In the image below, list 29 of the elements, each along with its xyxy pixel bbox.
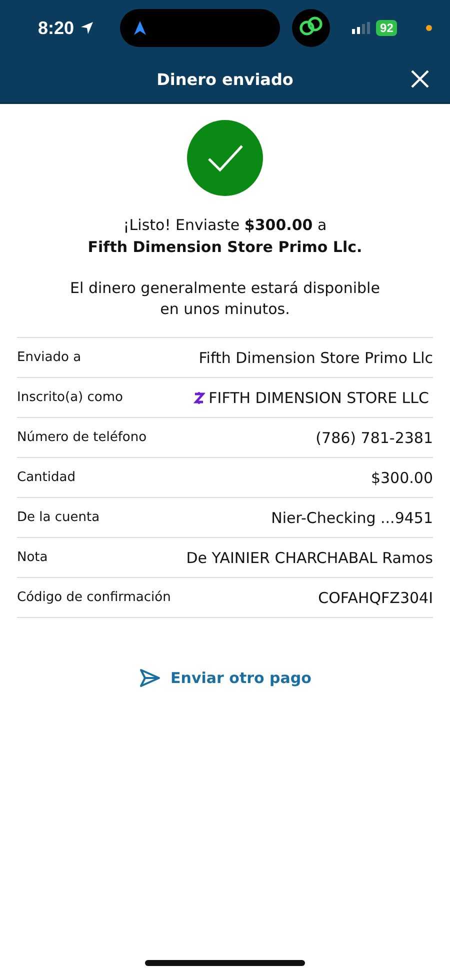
navigation-arrow-icon [134, 21, 146, 35]
detail-value: $300.00 [370, 468, 433, 486]
detail-label: Número de teléfono [17, 430, 147, 445]
detail-label: Enviado a [17, 350, 82, 365]
detail-label: Nota [17, 550, 48, 565]
signal-icon [352, 22, 370, 34]
detail-value: Fifth Dimension Store Primo Llc [198, 348, 433, 366]
send-icon [138, 668, 161, 688]
battery-level: 92 [376, 20, 398, 36]
screen-title: Dinero enviado [156, 70, 294, 88]
detail-value: De YAINIER CHARCHABAL Ramos [186, 548, 433, 566]
detail-value: COFAHQFZ304I [318, 588, 433, 606]
recipient-name: Fifth Dimension Store Primo Llc. [88, 237, 362, 258]
detail-label: Código de confirmación [17, 590, 171, 605]
privacy-dot [426, 25, 432, 31]
detail-label: Cantidad [17, 470, 76, 485]
zelle-logo-icon [192, 390, 205, 404]
send-another-payment-link[interactable]: Enviar otro pago [134, 664, 316, 692]
clock-time: 8:20 [38, 18, 74, 38]
availability-note: El dinero generalmente estará disponible en unos minutos. [69, 278, 381, 320]
detail-label: De la cuenta [17, 510, 100, 525]
success-check-icon [187, 120, 263, 196]
confirmation-message: ¡Listo! Enviaste $300.00 a [123, 215, 327, 236]
detail-value: Nier-Checking ...9451 [271, 508, 433, 526]
detail-value: FIFTH DIMENSION STORE LLC [208, 388, 429, 406]
close-button[interactable] [410, 69, 430, 89]
detail-value: (786) 781-2381 [316, 428, 433, 446]
detail-label: Inscrito(a) como [17, 390, 123, 405]
location-arrow-icon [80, 21, 94, 35]
